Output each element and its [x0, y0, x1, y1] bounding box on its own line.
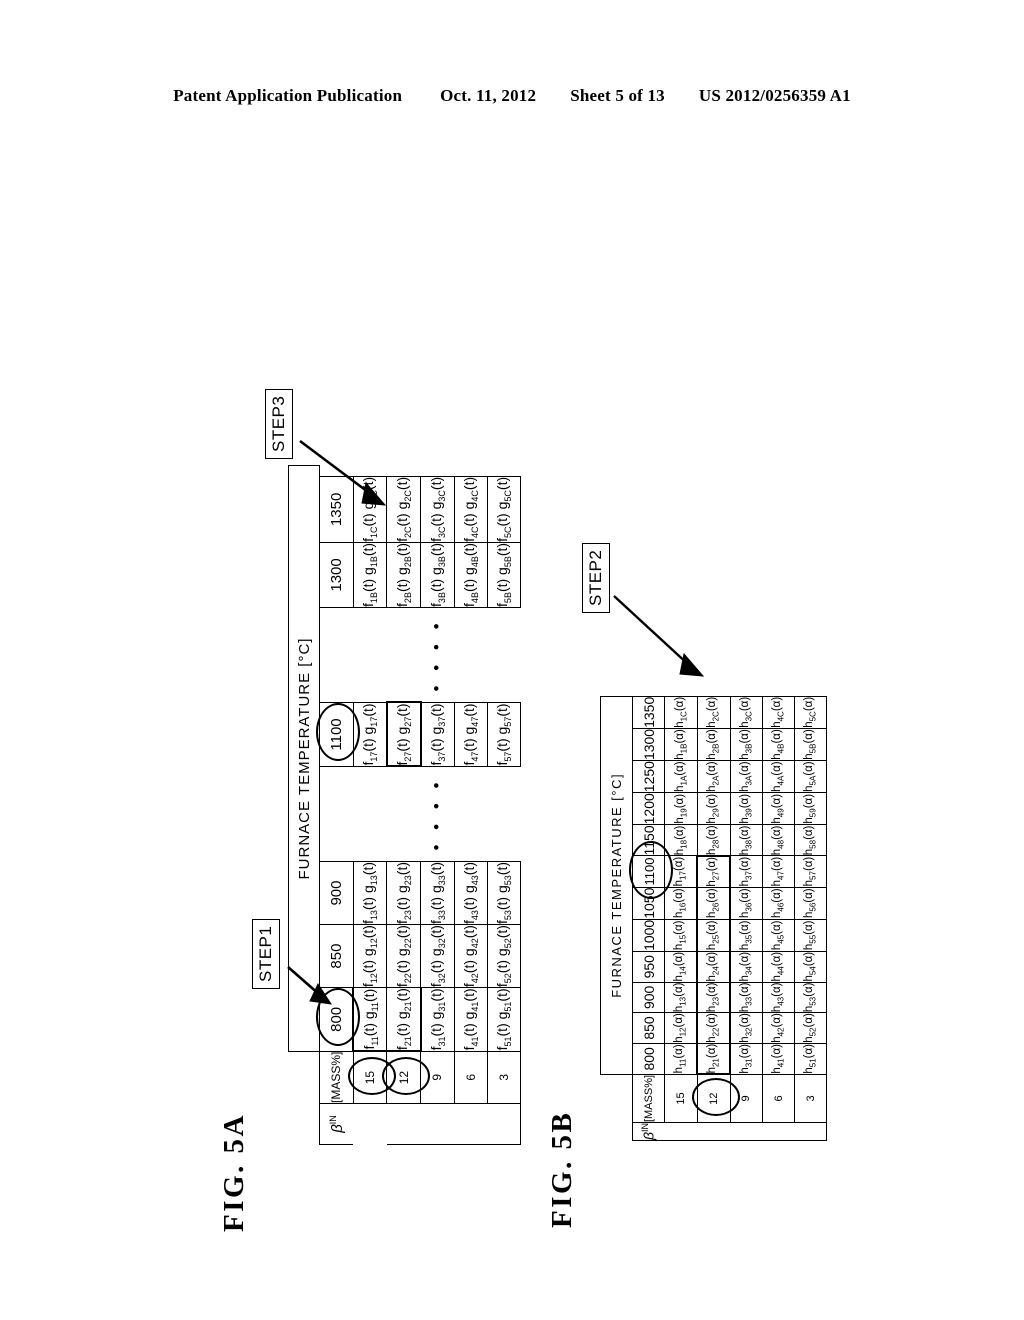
step2-arrow: [613, 595, 705, 677]
